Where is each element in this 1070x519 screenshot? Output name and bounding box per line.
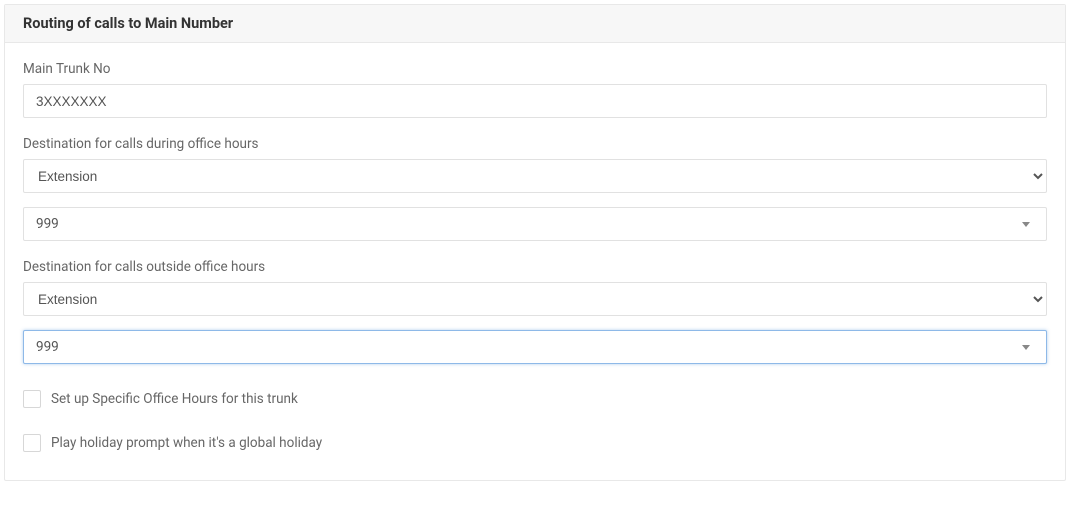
main-trunk-label: Main Trunk No (23, 61, 1047, 77)
dest-office-sub-value: 999 (36, 216, 59, 232)
main-trunk-group: Main Trunk No (23, 61, 1047, 118)
dest-office-group: Destination for calls during office hour… (23, 136, 1047, 241)
holiday-prompt-row: Play holiday prompt when it's a global h… (23, 434, 1047, 452)
holiday-prompt-label: Play holiday prompt when it's a global h… (51, 435, 322, 451)
dest-office-sub-select[interactable]: 999 (23, 207, 1047, 241)
dest-office-label: Destination for calls during office hour… (23, 136, 1047, 152)
specific-hours-row: Set up Specific Office Hours for this tr… (23, 390, 1047, 408)
specific-hours-label: Set up Specific Office Hours for this tr… (51, 391, 298, 407)
dest-office-select[interactable]: Extension (23, 159, 1047, 193)
dest-outside-sub-value: 999 (36, 339, 59, 355)
panel-header: Routing of calls to Main Number (5, 5, 1065, 43)
caret-down-icon (1022, 222, 1030, 227)
panel-title: Routing of calls to Main Number (23, 15, 1047, 32)
caret-down-icon (1022, 345, 1030, 350)
specific-hours-checkbox[interactable] (23, 390, 41, 408)
panel-body: Main Trunk No Destination for calls duri… (5, 43, 1065, 480)
dest-outside-select[interactable]: Extension (23, 282, 1047, 316)
dest-outside-group: Destination for calls outside office hou… (23, 259, 1047, 364)
routing-panel: Routing of calls to Main Number Main Tru… (4, 4, 1066, 481)
dest-outside-sub-select[interactable]: 999 (23, 330, 1047, 364)
main-trunk-input[interactable] (23, 84, 1047, 118)
dest-outside-label: Destination for calls outside office hou… (23, 259, 1047, 275)
holiday-prompt-checkbox[interactable] (23, 434, 41, 452)
